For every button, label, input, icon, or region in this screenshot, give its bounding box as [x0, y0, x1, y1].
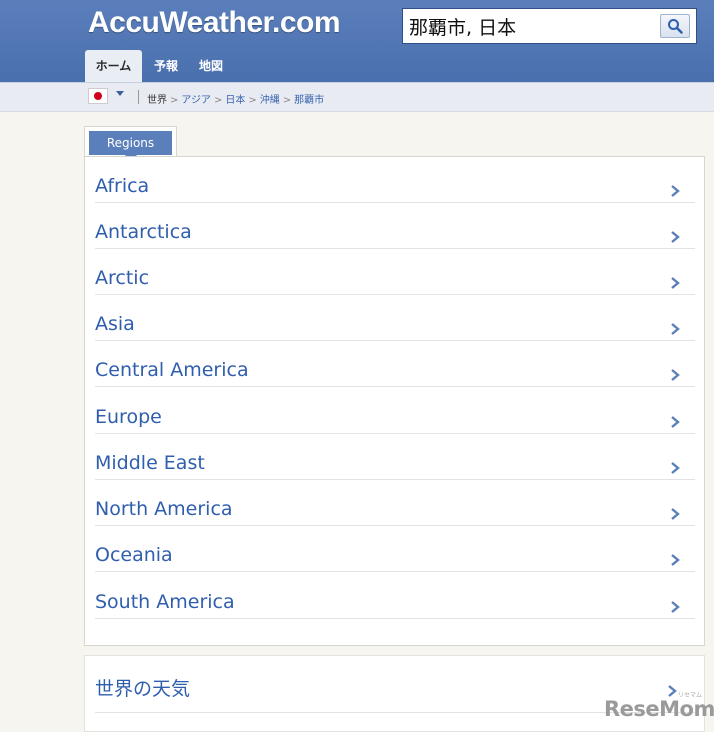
resemom-watermark-sub: リセマム	[678, 692, 703, 699]
search-input[interactable]	[409, 13, 654, 39]
region-label: South America	[95, 591, 235, 613]
regions-panel: Africa Antarctica Arctic Asia Central Am…	[84, 156, 705, 646]
breadcrumb-item-world[interactable]: 世界	[147, 95, 167, 106]
search-box	[402, 8, 697, 44]
chevron-right-icon	[671, 323, 680, 335]
nav-tab-map[interactable]: 地図	[192, 50, 230, 82]
region-row-north-america[interactable]: North America	[95, 480, 695, 526]
region-row-arctic[interactable]: Arctic	[95, 249, 695, 295]
breadcrumb-bar: 世界 > アジア > 日本 > 沖縄 > 那覇市	[0, 82, 714, 112]
world-weather-link[interactable]: 世界の天気	[95, 674, 190, 701]
tab-regions[interactable]: Regions	[89, 131, 172, 161]
search-icon	[668, 19, 683, 34]
nav-tab-forecast[interactable]: 予報	[147, 50, 185, 82]
region-row-oceania[interactable]: Oceania	[95, 526, 695, 572]
chevron-right-icon	[671, 185, 680, 197]
breadcrumb-separator: >	[248, 95, 257, 106]
chevron-right-icon	[671, 369, 680, 381]
region-row-asia[interactable]: Asia	[95, 295, 695, 341]
region-label: Europe	[95, 406, 162, 428]
chevron-down-icon[interactable]	[116, 91, 124, 96]
site-header: AccuWeather.com ホーム 予報 地図	[0, 0, 714, 82]
region-row-south-america[interactable]: South America	[95, 573, 695, 619]
breadcrumb-separator: >	[170, 95, 179, 106]
breadcrumb-item-okinawa[interactable]: 沖縄	[260, 95, 280, 106]
regions-tab-container: Regions	[84, 126, 177, 161]
region-row-middle-east[interactable]: Middle East	[95, 434, 695, 480]
region-label: Middle East	[95, 452, 205, 474]
chevron-right-icon	[668, 685, 677, 697]
breadcrumb-item-asia[interactable]: アジア	[181, 95, 211, 106]
region-row-antarctica[interactable]: Antarctica	[95, 203, 695, 249]
region-label: Africa	[95, 175, 150, 197]
chevron-right-icon	[671, 462, 680, 474]
region-label: Antarctica	[95, 221, 192, 243]
search-button[interactable]	[660, 14, 690, 38]
chevron-right-icon	[671, 601, 680, 613]
region-label: Central America	[95, 359, 249, 381]
site-logo[interactable]: AccuWeather.com	[88, 6, 341, 40]
japan-flag-icon[interactable]	[88, 88, 108, 104]
region-label: North America	[95, 498, 233, 520]
breadcrumb: 世界 > アジア > 日本 > 沖縄 > 那覇市	[147, 91, 324, 106]
chevron-right-icon	[671, 508, 680, 520]
chevron-right-icon	[671, 554, 680, 566]
region-row-africa[interactable]: Africa	[95, 157, 695, 203]
region-label: Oceania	[95, 544, 173, 566]
resemom-watermark: ReseMom	[604, 697, 714, 721]
chevron-right-icon	[671, 277, 680, 289]
breadcrumb-item-japan[interactable]: 日本	[225, 95, 245, 106]
breadcrumb-separator: >	[282, 95, 292, 106]
nav-tab-home[interactable]: ホーム	[85, 50, 142, 82]
chevron-right-icon	[671, 416, 680, 428]
region-label: Asia	[95, 313, 135, 335]
divider	[138, 90, 139, 104]
region-row-europe[interactable]: Europe	[95, 388, 695, 434]
region-row-central-america[interactable]: Central America	[95, 341, 695, 387]
chevron-right-icon	[671, 231, 680, 243]
breadcrumb-separator: >	[214, 95, 223, 106]
breadcrumb-item-naha[interactable]: 那覇市	[294, 95, 324, 106]
region-label: Arctic	[95, 267, 150, 289]
